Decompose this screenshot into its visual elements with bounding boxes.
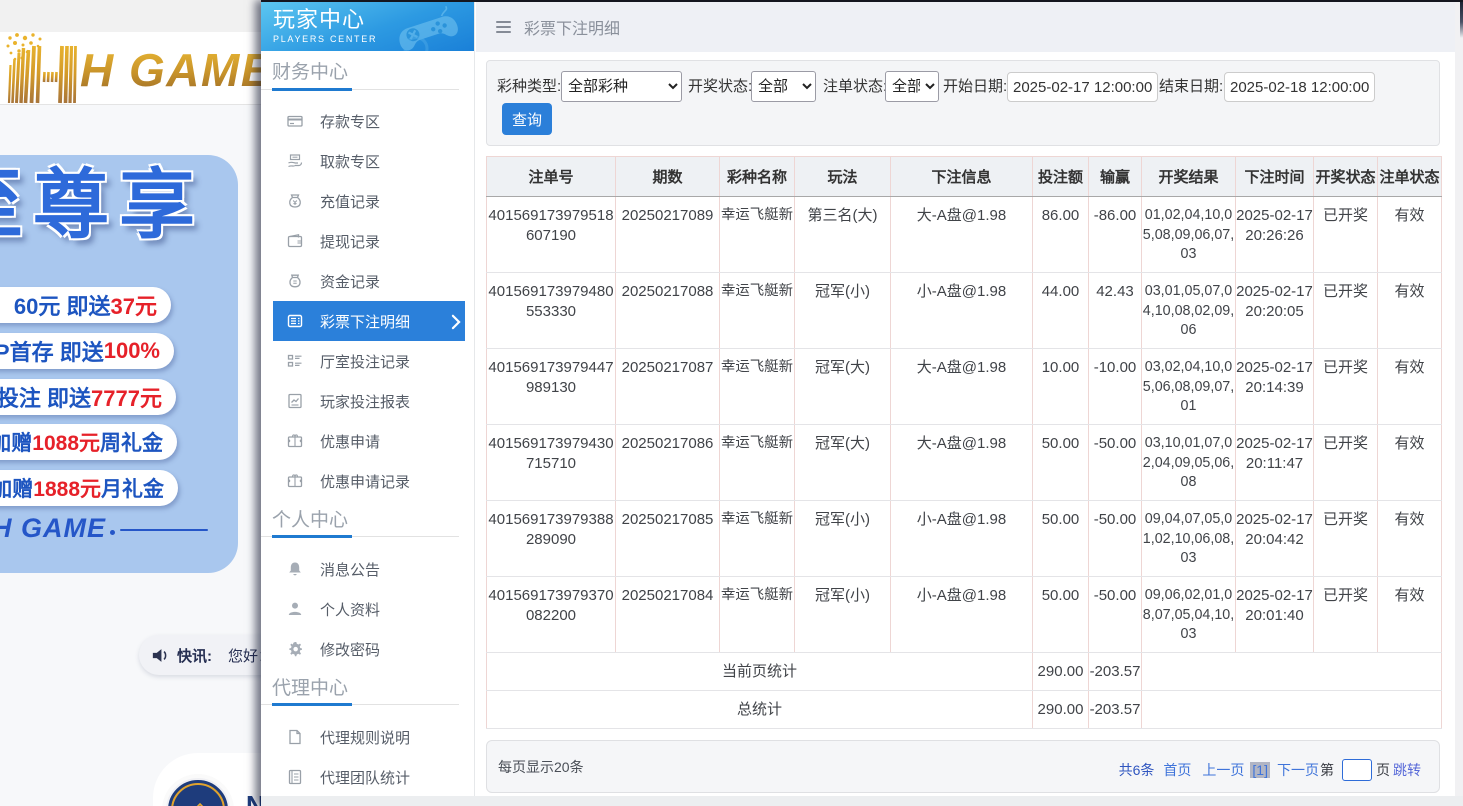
svg-text:H GAME: H GAME xyxy=(80,44,273,96)
